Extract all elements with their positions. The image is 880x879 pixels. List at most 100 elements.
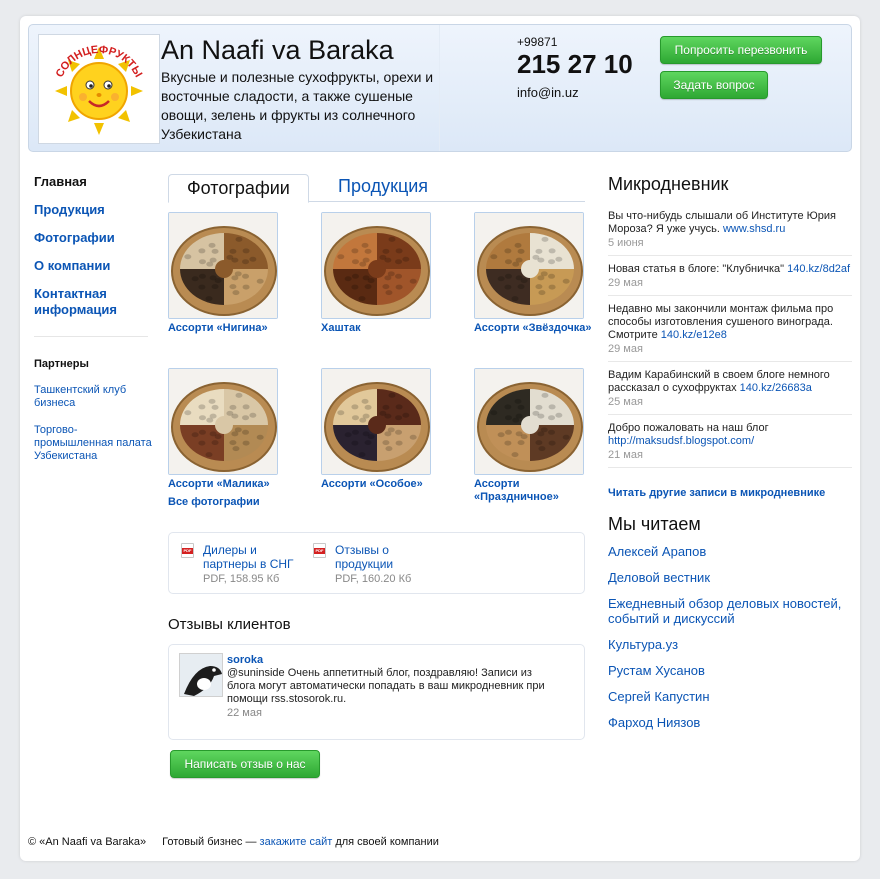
reading-link[interactable]: Культура.уз xyxy=(608,637,852,652)
post-link[interactable]: www.shsd.ru xyxy=(723,223,785,235)
pdf-icon: PDF xyxy=(313,543,326,558)
reading-link[interactable]: Ежедневный обзор деловых новостей, событ… xyxy=(608,596,852,626)
photo-thumbnail[interactable] xyxy=(321,368,431,475)
footer-order-link[interactable]: закажите сайт xyxy=(260,836,333,848)
post-link[interactable]: 140.kz/8d2af xyxy=(787,263,850,275)
photo-thumbnail[interactable] xyxy=(474,368,584,475)
nav-item-home[interactable]: Главная xyxy=(34,174,154,190)
avatar[interactable] xyxy=(179,653,223,697)
nav-item-photos[interactable]: Фотографии xyxy=(34,230,154,246)
reading-link[interactable]: Деловой вестник xyxy=(608,570,852,585)
photo-item[interactable]: Ассорти «Праздничное» xyxy=(474,368,604,504)
reading-link[interactable]: Фарход Ниязов xyxy=(608,715,852,730)
photo-item[interactable]: Ассорти «Особое» xyxy=(321,368,451,491)
fruit-platter-image xyxy=(322,213,430,318)
review-card: soroka @suninside Очень аппетитный блог,… xyxy=(168,644,585,740)
ask-question-button[interactable]: Задать вопрос xyxy=(660,71,768,99)
header-divider xyxy=(439,25,440,151)
footer-text: Готовый бизнес — xyxy=(162,836,260,848)
photo-item[interactable]: Ассорти «Малика» xyxy=(168,368,298,491)
post-text: Добро пожаловать на наш блог xyxy=(608,422,769,434)
reading-link[interactable]: Рустам Хусанов xyxy=(608,663,852,678)
post-text: Новая статья в блоге: "Клубничка" xyxy=(608,263,785,275)
microblog-list: Вы что-нибудь слышали об Институте Юрия … xyxy=(608,210,852,475)
microblog-post: Вы что-нибудь слышали об Институте Юрия … xyxy=(608,210,852,256)
sun-logo-icon: СОЛНЦЕФРУКТЫ xyxy=(54,44,144,135)
photo-item[interactable]: Ассорти «Звёздочка» xyxy=(474,212,604,335)
microblog-heading: Микродневник xyxy=(608,174,729,194)
microblog-post: Вадим Карабинский в своем блоге немного … xyxy=(608,369,852,415)
post-date: 29 мая xyxy=(608,343,643,355)
post-link[interactable]: 140.kz/e12e8 xyxy=(661,329,727,341)
write-review-button[interactable]: Написать отзыв о нас xyxy=(170,750,320,778)
post-link[interactable]: http://maksudsf.blogspot.com/ xyxy=(608,435,754,447)
post-link[interactable]: 140.kz/26683a xyxy=(740,382,812,394)
reading-link[interactable]: Сергей Капустин xyxy=(608,689,852,704)
document-link[interactable]: Отзывы о продукции xyxy=(335,543,435,571)
fruit-platter-image xyxy=(475,213,583,318)
site-title: An Naafi va Baraka xyxy=(161,35,394,65)
logo[interactable]: СОЛНЦЕФРУКТЫ xyxy=(38,34,160,144)
photo-caption[interactable]: Ассорти «Особое» xyxy=(321,478,451,491)
post-date: 21 мая xyxy=(608,449,643,461)
reading-list: Алексей Арапов Деловой вестник Ежедневны… xyxy=(608,544,852,741)
partners-section: Партнеры Ташкентский клуб бизнеса Торгов… xyxy=(34,358,154,477)
post-date: 5 июня xyxy=(608,237,644,249)
microblog-heading-wrap: Микродневник xyxy=(608,174,852,195)
review-text: @suninside Очень аппетитный блог, поздра… xyxy=(227,667,545,705)
photo-caption[interactable]: Ассорти «Праздничное» xyxy=(474,478,604,504)
site-header: СОЛНЦЕФРУКТЫ An Naafi va Baraka Вкусные … xyxy=(28,24,852,152)
main-nav: Главная Продукция Фотографии О компании … xyxy=(34,174,154,330)
callback-button[interactable]: Попросить перезвонить xyxy=(660,36,822,64)
photo-thumbnail[interactable] xyxy=(321,212,431,319)
photo-caption[interactable]: Ассорти «Звёздочка» xyxy=(474,322,604,335)
nav-item-products[interactable]: Продукция xyxy=(34,202,154,218)
fruit-platter-image xyxy=(322,369,430,474)
post-date: 29 мая xyxy=(608,277,643,289)
photo-caption[interactable]: Ассорти «Малика» xyxy=(168,478,298,491)
nav-divider xyxy=(34,336,148,337)
photo-tabs: Фотографии Продукция xyxy=(168,174,585,203)
photo-thumbnail[interactable] xyxy=(168,368,278,475)
footer: © «An Naafi va Baraka» Готовый бизнес — з… xyxy=(28,836,439,848)
fruit-platter-image xyxy=(475,369,583,474)
microblog-post: Добро пожаловать на наш блог http://maks… xyxy=(608,422,852,468)
tab-photos[interactable]: Фотографии xyxy=(168,174,309,203)
microblog-post: Недавно мы закончили монтаж фильма про с… xyxy=(608,303,852,362)
post-text: Вы что-нибудь слышали об Институте Юрия … xyxy=(608,210,836,235)
footer-copyright: © «An Naafi va Baraka» xyxy=(28,836,147,848)
more-microblog-link[interactable]: Читать другие записи в микродневнике xyxy=(608,487,825,499)
fruit-platter-image xyxy=(169,213,277,318)
photo-caption[interactable]: Ассорти «Нигина» xyxy=(168,322,298,335)
reading-heading: Мы читаем xyxy=(608,514,701,534)
phone-prefix: +99871 xyxy=(517,35,558,49)
photo-caption[interactable]: Хаштак xyxy=(321,322,451,335)
partners-heading: Партнеры xyxy=(34,358,89,370)
all-photos-link[interactable]: Все фотографии xyxy=(168,496,260,508)
phone-number: 215 27 10 xyxy=(517,49,633,79)
site-description: Вкусные и полезные сухофрукты, орехи и в… xyxy=(161,69,434,142)
nav-item-about[interactable]: О компании xyxy=(34,258,154,274)
pdf-icon: PDF xyxy=(181,543,194,558)
documents-box: PDF Дилеры и партнеры в СНГ PDF, 158.95 … xyxy=(168,532,585,594)
footer-text-after: для своей компании xyxy=(332,836,439,848)
review-author[interactable]: soroka xyxy=(227,654,263,666)
magpie-avatar-icon xyxy=(180,654,222,696)
review-date: 22 мая xyxy=(227,707,262,719)
nav-item-contacts[interactable]: Контактная информация xyxy=(34,286,154,318)
email-address[interactable]: info@in.uz xyxy=(517,85,579,100)
document-link[interactable]: Дилеры и партнеры в СНГ xyxy=(203,543,303,571)
photo-item[interactable]: Хаштак xyxy=(321,212,451,335)
photo-thumbnail[interactable] xyxy=(474,212,584,319)
tab-products[interactable]: Продукция xyxy=(338,176,428,197)
photo-item[interactable]: Ассорти «Нигина» xyxy=(168,212,298,335)
reading-link[interactable]: Алексей Арапов xyxy=(608,544,852,559)
document-meta: PDF, 158.95 Кб xyxy=(203,573,280,585)
page-container: СОЛНЦЕФРУКТЫ An Naafi va Baraka Вкусные … xyxy=(20,16,860,861)
partner-link[interactable]: Торгово-промышленная палата Узбекистана xyxy=(34,424,154,463)
partner-link[interactable]: Ташкентский клуб бизнеса xyxy=(34,384,154,410)
photo-thumbnail[interactable] xyxy=(168,212,278,319)
reviews-heading: Отзывы клиентов xyxy=(168,616,291,633)
microblog-post: Новая статья в блоге: "Клубничка" 140.kz… xyxy=(608,263,852,296)
document-meta: PDF, 160.20 Кб xyxy=(335,573,412,585)
